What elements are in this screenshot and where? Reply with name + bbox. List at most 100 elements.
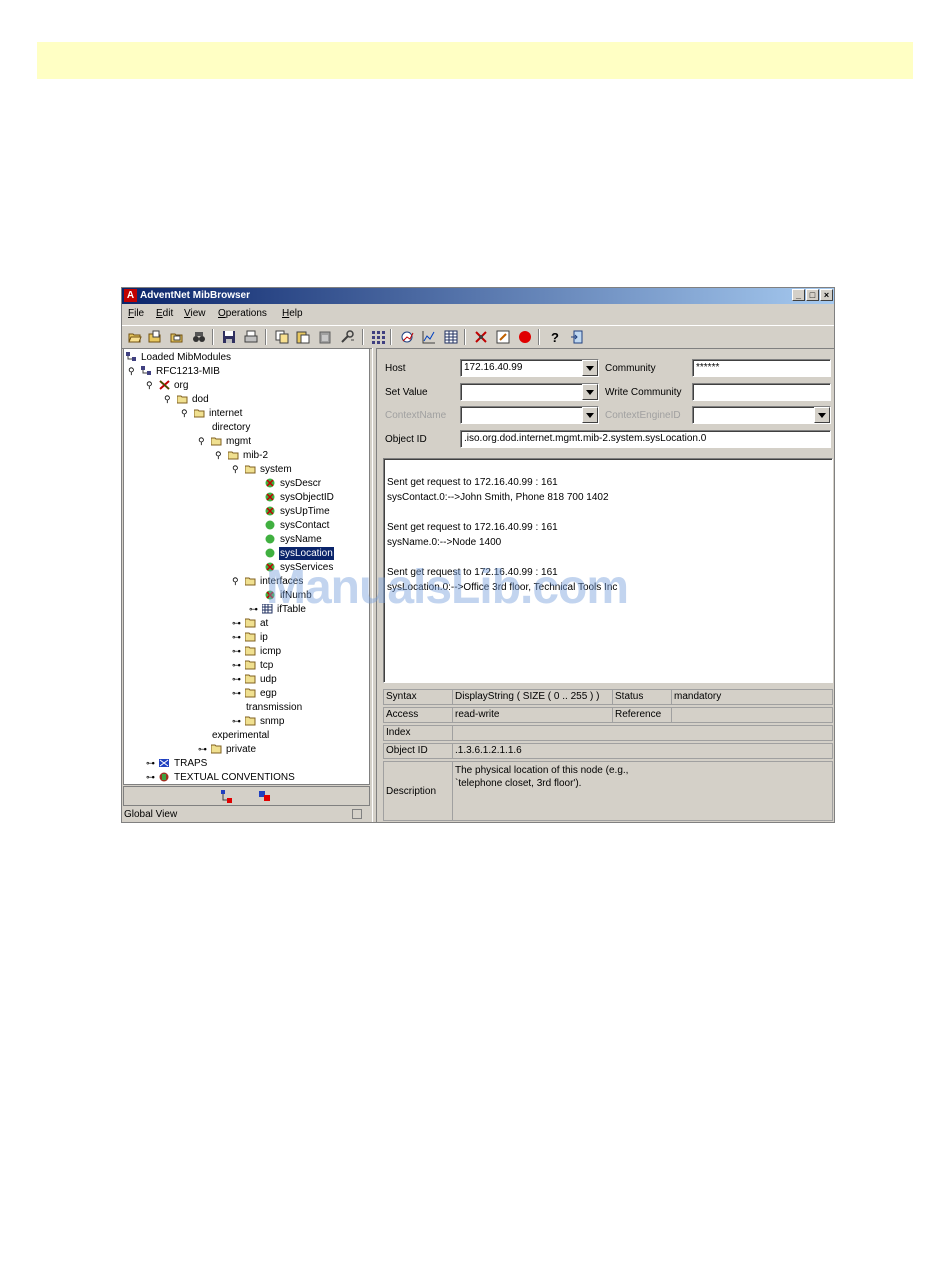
- context-engine-dropdown-button[interactable]: [814, 407, 830, 423]
- set-value-combobox[interactable]: [460, 383, 599, 401]
- trap-icon[interactable]: [474, 330, 488, 344]
- menu-file[interactable]: File: [128, 308, 144, 319]
- tree-node-dod[interactable]: ⚲ dod: [164, 393, 210, 406]
- view-toggle-bar: [123, 786, 370, 806]
- global-view-icon[interactable]: [258, 790, 272, 803]
- toolbar-separator: [212, 329, 214, 345]
- resize-grip[interactable]: [352, 809, 362, 819]
- load-mib-icon[interactable]: [170, 330, 184, 344]
- collapsed-key-icon: ⊶: [249, 603, 258, 614]
- tree-node-sysname[interactable]: sysName: [265, 533, 323, 546]
- collapsed-key-icon: ⊶: [232, 715, 241, 726]
- community-label: Community: [605, 363, 656, 374]
- tree-node-ip[interactable]: ⊶ ip: [232, 631, 269, 644]
- open-folder-icon: [194, 409, 205, 418]
- tree-view-icon[interactable]: [220, 790, 234, 803]
- menu-edit[interactable]: Edit: [156, 308, 173, 319]
- menu-help[interactable]: Help: [282, 308, 303, 319]
- tree-node-sysdescr[interactable]: sysDescr: [265, 477, 322, 490]
- tree-node-internet[interactable]: ⚲ internet: [181, 407, 243, 420]
- tree-node-org[interactable]: ⚲ org: [146, 379, 189, 392]
- toolbar-separator: [265, 329, 267, 345]
- tree-node-udp[interactable]: ⊶ udp: [232, 673, 278, 686]
- tree-node-snmp[interactable]: ⊶ snmp: [232, 715, 285, 728]
- tree-node-icmp[interactable]: ⊶ icmp: [232, 645, 282, 658]
- help-icon[interactable]: ?: [548, 330, 562, 344]
- context-engine-combobox[interactable]: [692, 406, 831, 424]
- save-icon[interactable]: [222, 330, 236, 344]
- tree-icon[interactable]: [371, 330, 385, 344]
- tree-node-mgmt[interactable]: ⚲ mgmt: [198, 435, 252, 448]
- mib-browser-window: A AdventNet MibBrowser _ □ × File Edit V…: [121, 287, 835, 823]
- find-icon[interactable]: [192, 330, 206, 344]
- tree-node-experimental[interactable]: experimental: [211, 729, 270, 742]
- module-icon: [141, 366, 151, 376]
- output-line: sysContact.0:-->John Smith, Phone 818 70…: [387, 492, 609, 503]
- tree-node-loaded-mibmodules[interactable]: Loaded MibModules: [126, 351, 232, 364]
- org-icon: [159, 380, 170, 391]
- clipboard-icon[interactable]: [318, 330, 332, 344]
- graph-icon[interactable]: [400, 330, 414, 344]
- exit-icon[interactable]: [570, 330, 584, 344]
- object-id-field[interactable]: .iso.org.dod.internet.mgmt.mib-2.system.…: [460, 430, 831, 448]
- tree-node-sysuptime[interactable]: sysUpTime: [265, 505, 331, 518]
- edit-icon[interactable]: [496, 330, 510, 344]
- host-dropdown-button[interactable]: [582, 360, 598, 376]
- paste-icon[interactable]: [296, 330, 310, 344]
- print-icon[interactable]: [244, 330, 258, 344]
- tree-node-transmission[interactable]: transmission: [245, 701, 303, 714]
- tree-node-tcp[interactable]: ⊶ tcp: [232, 659, 274, 672]
- folder-icon: [245, 632, 256, 642]
- tree-node-private[interactable]: ⊶ private: [198, 743, 257, 756]
- menu-operations[interactable]: Operations: [218, 308, 267, 319]
- tree-node-at[interactable]: ⊶ at: [232, 617, 269, 630]
- maximize-button[interactable]: □: [806, 289, 819, 301]
- oid-value: .1.3.6.1.2.1.1.6: [452, 743, 833, 759]
- collapsed-key-icon: ⊶: [146, 771, 155, 782]
- folder-icon: [245, 618, 256, 628]
- tree-node-directory[interactable]: directory: [211, 421, 251, 434]
- tree-node-syslocation[interactable]: sysLocation: [265, 547, 334, 560]
- tree-node-textual-conventions[interactable]: ⊶ TEXTUAL CONVENTIONS: [146, 771, 296, 784]
- open-folder-icon[interactable]: [128, 330, 142, 344]
- stop-icon[interactable]: [518, 330, 532, 344]
- object-id-label: Object ID: [385, 434, 427, 445]
- write-community-field[interactable]: [692, 383, 831, 401]
- table-icon[interactable]: [444, 330, 458, 344]
- folder-icon: [245, 716, 256, 726]
- host-label: Host: [385, 363, 406, 374]
- context-engine-label: ContextEngineID: [605, 410, 681, 421]
- host-combobox[interactable]: 172.16.40.99: [460, 359, 599, 377]
- tree-node-mib-2[interactable]: ⚲ mib-2: [215, 449, 269, 462]
- line-chart-icon[interactable]: [422, 330, 436, 344]
- tree-node-syscontact[interactable]: sysContact: [265, 519, 330, 532]
- close-button[interactable]: ×: [820, 289, 833, 301]
- tree-node-rfc1213-mib[interactable]: ⚲ RFC1213-MIB: [128, 365, 221, 378]
- context-name-combobox[interactable]: [460, 406, 599, 424]
- community-field[interactable]: ******: [692, 359, 831, 377]
- title-bar[interactable]: A AdventNet MibBrowser _ □ ×: [122, 288, 834, 304]
- folder-icon: [245, 674, 256, 684]
- header-banner: [37, 42, 913, 79]
- menu-view[interactable]: View: [184, 308, 206, 319]
- tree-node-sysobjectid[interactable]: sysObjectID: [265, 491, 335, 504]
- toolbar-separator: [464, 329, 466, 345]
- open-file-icon[interactable]: [148, 330, 162, 344]
- settings-icon[interactable]: [340, 330, 354, 344]
- set-value-label: Set Value: [385, 387, 428, 398]
- syntax-value: DisplayString ( SIZE ( 0 .. 255 ) ): [452, 689, 613, 705]
- oid-label: Object ID: [383, 743, 453, 759]
- readwrite-leaf-icon: [265, 548, 275, 558]
- context-name-dropdown-button[interactable]: [582, 407, 598, 423]
- tree-node-traps[interactable]: ⊶ TRAPS: [146, 757, 208, 770]
- set-value-dropdown-button[interactable]: [582, 384, 598, 400]
- minimize-button[interactable]: _: [792, 289, 805, 301]
- tree-node-system[interactable]: ⚲ system: [232, 463, 293, 476]
- collapsed-key-icon: ⊶: [232, 631, 241, 642]
- readonly-leaf-icon: [265, 492, 275, 502]
- description-value[interactable]: The physical location of this node (e.g.…: [452, 761, 833, 821]
- output-line: Sent get request to 172.16.40.99 : 161: [387, 477, 558, 488]
- toolbar-separator: [538, 329, 540, 345]
- tree-node-egp[interactable]: ⊶ egp: [232, 687, 278, 700]
- copy-icon[interactable]: [275, 330, 289, 344]
